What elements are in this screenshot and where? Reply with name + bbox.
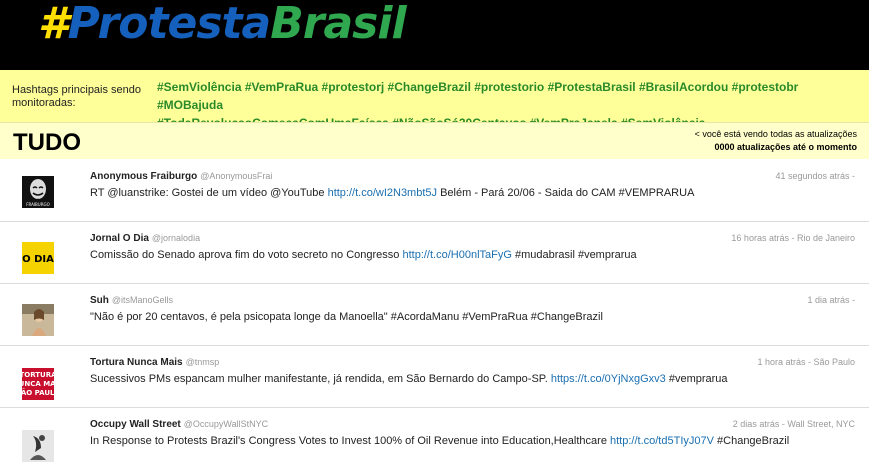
post-meta: 1 dia atrás -: [807, 295, 855, 305]
author-handle[interactable]: @AnonymousFrai: [200, 171, 272, 181]
author-name[interactable]: Suh: [90, 295, 109, 306]
avatar[interactable]: [22, 430, 54, 462]
post-text-body: Comissão do Senado aprova fim do voto se…: [90, 249, 400, 261]
feed-item: Occupy Wall Street @OccupyWallStNYC 2 dia…: [0, 408, 869, 469]
post-text: RT @luanstrike: Gostei de um vídeo @YouT…: [90, 186, 694, 200]
post-text-body: Sucessivos PMs espancam mulher manifesta…: [90, 373, 548, 385]
post-meta: 41 segundos atrás -: [775, 171, 855, 181]
post-text-tail: #mudabrasil #vemprarua: [514, 249, 637, 261]
site-header: #ProtestaBrasil: [0, 0, 869, 70]
avatar[interactable]: TORTURANUNCA MAISSÃO PAULO: [22, 368, 54, 400]
author-handle[interactable]: @jornalodia: [152, 233, 200, 243]
post-text: Sucessivos PMs espancam mulher manifesta…: [90, 372, 728, 386]
post-link[interactable]: http://t.co/H00nlTaFyG: [402, 249, 511, 261]
post-author: Occupy Wall Street @OccupyWallStNYC: [90, 418, 268, 431]
hashtags-label: Hashtags principais sendo monitoradas:: [12, 84, 142, 109]
author-handle[interactable]: @itsManoGells: [112, 295, 173, 305]
hashtags-line-1[interactable]: #SemViolência #VemPraRua #protestorj #Ch…: [157, 78, 857, 114]
post-meta: 2 dias atrás - Wall Street, NYC: [732, 419, 855, 429]
post-text: Comissão do Senado aprova fim do voto se…: [90, 248, 637, 262]
hashtags-bar: Hashtags principais sendo monitoradas: #…: [0, 70, 869, 130]
author-handle[interactable]: @tnmsp: [186, 357, 220, 367]
post-text-tail: #ChangeBrazil: [717, 435, 790, 447]
feed-item: TORTURANUNCA MAISSÃO PAULO Tortura Nunca…: [0, 346, 869, 408]
post-text-body: RT @luanstrike: Gostei de um vídeo @YouT…: [90, 187, 325, 199]
post-author: Suh @itsManoGells: [90, 294, 173, 307]
avatar-label: O DIA: [22, 254, 54, 265]
avatar-label: TORTURANUNCA MAISSÃO PAULO: [22, 371, 54, 397]
feed-status: < você está vendo todas as atualizações …: [695, 128, 857, 154]
post-text-tail: Belém - Pará 20/06 - Saida do CAM #VEMPR…: [440, 187, 695, 199]
avatar[interactable]: [22, 304, 54, 336]
feed-item: O DIA Jornal O Dia @jornalodia 16 horas a…: [0, 222, 869, 284]
avatar[interactable]: O DIA: [22, 242, 54, 274]
avatar[interactable]: FRAIBURGO: [22, 176, 54, 208]
site-logo[interactable]: #ProtestaBrasil: [38, 0, 407, 49]
feed-item: FRAIBURGO Anonymous Fraiburgo @AnonymousF…: [0, 160, 869, 222]
update-count: 0000 atualizações até o momento: [714, 142, 857, 152]
post-author: Tortura Nunca Mais @tnmsp: [90, 356, 219, 369]
post-text-body: In Response to Protests Brazil's Congres…: [90, 435, 607, 447]
feed-item: Suh @itsManoGells 1 dia atrás - "Não é po…: [0, 284, 869, 346]
logo-hash: #: [38, 0, 69, 49]
logo-word-brasil: Brasil: [270, 0, 406, 49]
author-name[interactable]: Tortura Nunca Mais: [90, 357, 183, 368]
avatar-label: FRAIBURGO: [26, 202, 50, 207]
post-author: Jornal O Dia @jornalodia: [90, 232, 200, 245]
post-link[interactable]: http://t.co/td5TIyJ07V: [610, 435, 714, 447]
author-name[interactable]: Occupy Wall Street: [90, 419, 181, 430]
author-name[interactable]: Anonymous Fraiburgo: [90, 171, 197, 182]
post-link[interactable]: https://t.co/0YjNxgGxv3: [551, 373, 666, 385]
post-text: In Response to Protests Brazil's Congres…: [90, 434, 789, 448]
post-text-body: "Não é por 20 centavos, é pela psicopata…: [90, 311, 603, 323]
feed-status-text[interactable]: < você está vendo todas as atualizações: [695, 128, 857, 141]
post-text-tail: #vemprarua: [668, 373, 728, 385]
logo-word-protesta: Protesta: [67, 0, 272, 49]
post-author: Anonymous Fraiburgo @AnonymousFrai: [90, 170, 272, 183]
post-text: "Não é por 20 centavos, é pela psicopata…: [90, 310, 603, 324]
feed-title-bar: TUDO < você está vendo todas as atualiza…: [0, 123, 869, 159]
post-meta: 1 hora atrás - São Paulo: [757, 357, 855, 367]
feed-title: TUDO: [13, 129, 81, 156]
post-meta: 16 horas atrás - Rio de Janeiro: [731, 233, 855, 243]
post-link[interactable]: http://t.co/wI2N3mbt5J: [328, 187, 437, 199]
author-handle[interactable]: @OccupyWallStNYC: [184, 419, 268, 429]
author-name[interactable]: Jornal O Dia: [90, 233, 149, 244]
